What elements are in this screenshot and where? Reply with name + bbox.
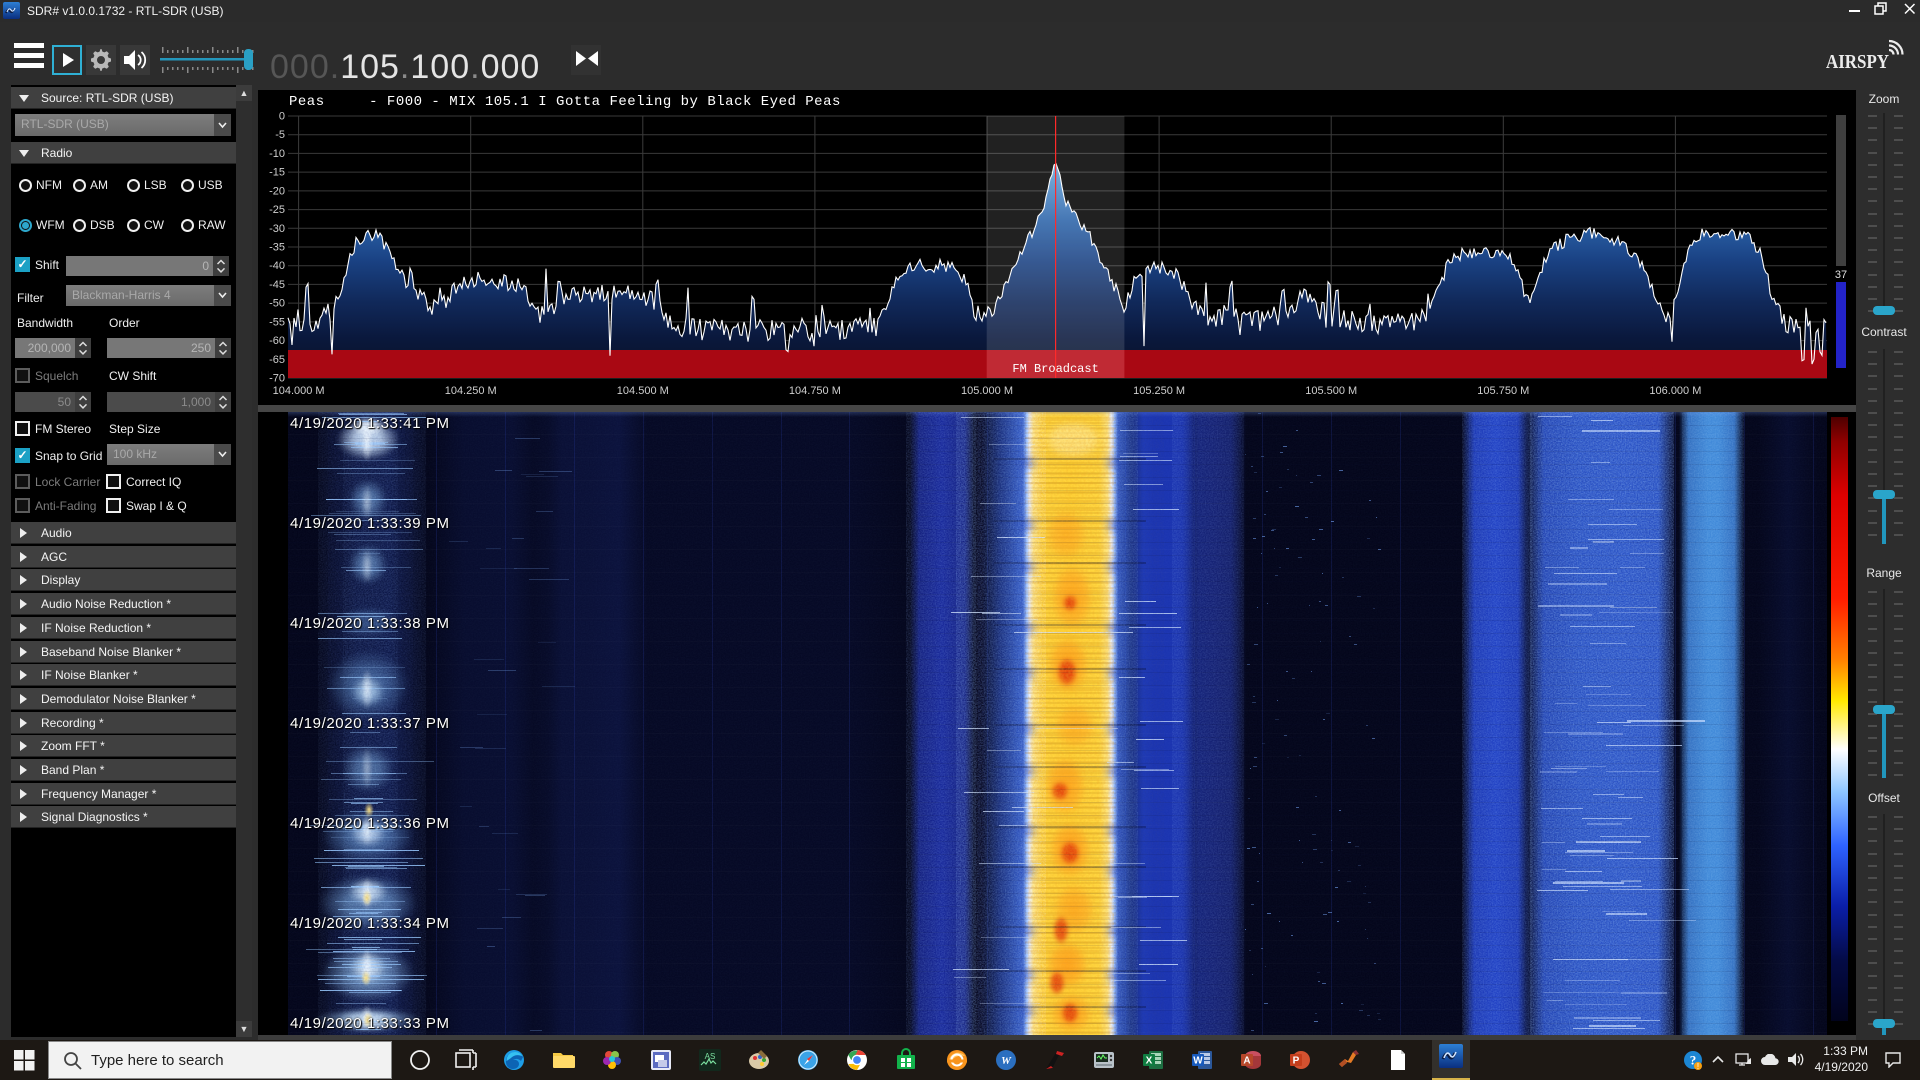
- svg-text:-60: -60: [269, 335, 285, 347]
- svg-text:104.750 M: 104.750 M: [789, 385, 841, 397]
- svg-text:-50: -50: [269, 298, 285, 310]
- svg-text:P: P: [1293, 1056, 1300, 1067]
- svg-text:106.000 M: 106.000 M: [1649, 385, 1701, 397]
- svg-text:Peas - F000 - MIX 105.1 I: Peas - F000 - MIX 105.1 I Gotta Feeling …: [289, 94, 841, 110]
- svg-text:AS: AS: [705, 1052, 716, 1061]
- svg-text:-45: -45: [269, 279, 285, 291]
- svg-text:-55: -55: [269, 316, 285, 328]
- svg-text:-10: -10: [269, 148, 285, 160]
- svg-text:!: !: [1697, 1062, 1699, 1071]
- svg-text:104.500 M: 104.500 M: [617, 385, 669, 397]
- svg-text:-20: -20: [269, 185, 285, 197]
- svg-text:104.250 M: 104.250 M: [445, 385, 497, 397]
- svg-text:-40: -40: [269, 260, 285, 272]
- svg-text:A: A: [1243, 1056, 1250, 1067]
- svg-text:-25: -25: [269, 204, 285, 216]
- svg-text:-65: -65: [269, 354, 285, 366]
- svg-text:-5: -5: [275, 129, 285, 141]
- svg-text:105.500 M: 105.500 M: [1305, 385, 1357, 397]
- svg-text:105.750 M: 105.750 M: [1477, 385, 1529, 397]
- svg-text:W: W: [1001, 1055, 1012, 1067]
- svg-text:-30: -30: [269, 223, 285, 235]
- svg-text:104.000 M: 104.000 M: [273, 385, 325, 397]
- svg-text:X: X: [1146, 1056, 1153, 1067]
- svg-text:-15: -15: [269, 167, 285, 179]
- svg-text:FM Broadcast: FM Broadcast: [1012, 362, 1098, 376]
- svg-text:AIRSPY: AIRSPY: [1826, 51, 1889, 72]
- svg-text:0: 0: [279, 111, 285, 123]
- svg-text:105.000 M: 105.000 M: [961, 385, 1013, 397]
- svg-text:105.250 M: 105.250 M: [1133, 385, 1185, 397]
- svg-text:37: 37: [1835, 269, 1847, 281]
- svg-text:-35: -35: [269, 242, 285, 254]
- svg-text:W: W: [1193, 1056, 1203, 1067]
- svg-text:-70: -70: [269, 373, 285, 385]
